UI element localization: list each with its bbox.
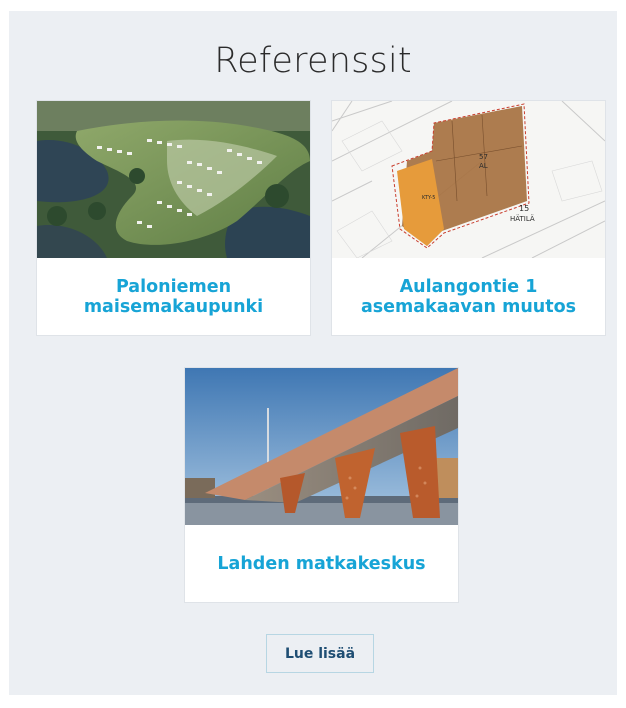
map-block-number: 15 bbox=[519, 204, 529, 213]
card-title[interactable]: Paloniemen maisemakaupunki bbox=[45, 258, 302, 335]
map-zone-label: KTY-5 bbox=[422, 195, 435, 201]
reference-card-aulangontie[interactable]: 57 AL KTY-5 15 HÄTILÄ Aulangontie 1 asem… bbox=[331, 100, 606, 336]
section-heading: Referenssit bbox=[214, 41, 412, 81]
travel-center-canopy-image[interactable] bbox=[185, 368, 458, 525]
references-section: Referenssit Paloniemen maisemakaupunki 5… bbox=[9, 11, 617, 695]
card-title[interactable]: Lahden matkakeskus bbox=[193, 525, 450, 602]
aerial-residential-area-image[interactable] bbox=[37, 101, 310, 258]
reference-card-lahti[interactable]: Lahden matkakeskus bbox=[184, 367, 459, 603]
reference-card-paloniemi[interactable]: Paloniemen maisemakaupunki bbox=[36, 100, 311, 336]
map-plot-sub: AL bbox=[479, 162, 488, 170]
read-more-button[interactable]: Lue lisää bbox=[266, 634, 374, 673]
map-plot-number: 57 bbox=[479, 153, 488, 161]
card-title[interactable]: Aulangontie 1 asemakaavan muutos bbox=[340, 258, 597, 335]
zoning-plan-map-image[interactable]: 57 AL KTY-5 15 HÄTILÄ bbox=[332, 101, 605, 258]
map-area-name: HÄTILÄ bbox=[510, 214, 535, 223]
